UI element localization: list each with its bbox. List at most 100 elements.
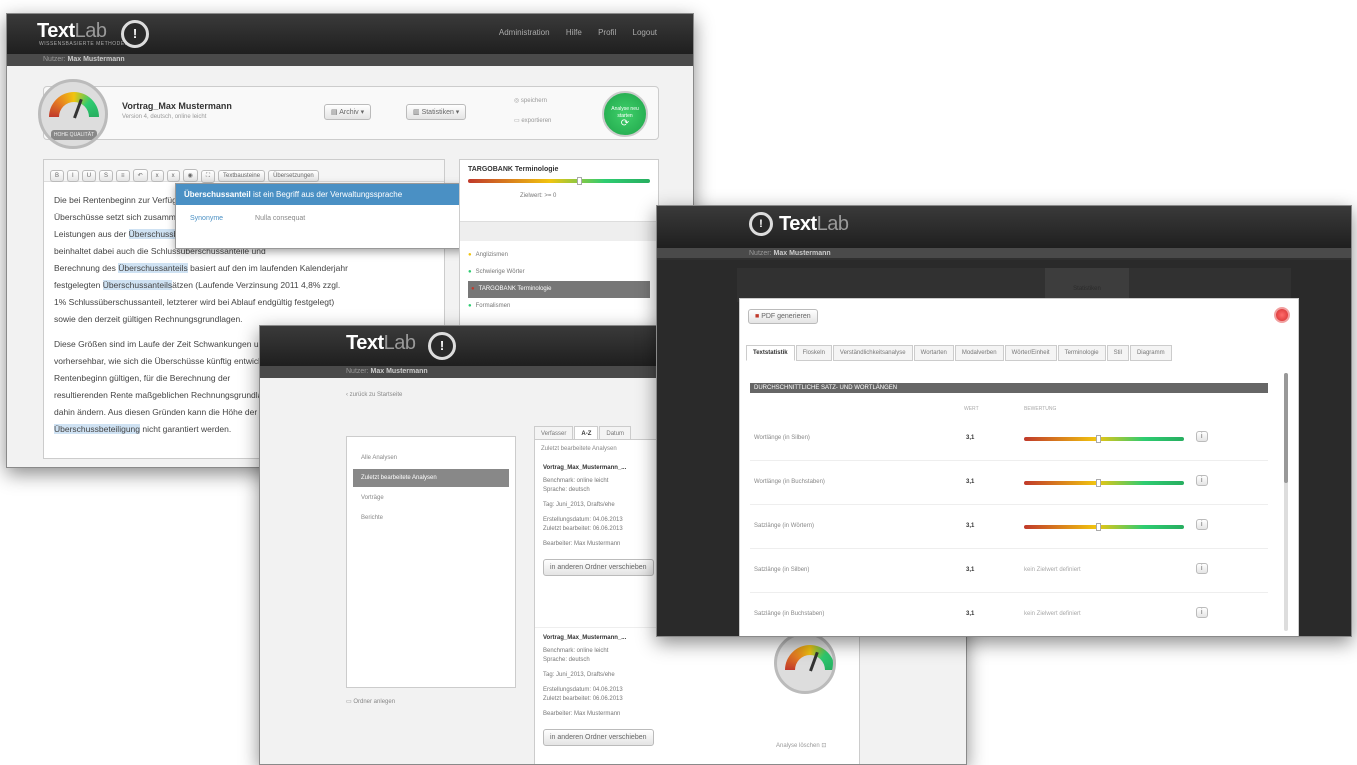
export-option[interactable]: ▭ exportieren	[514, 117, 551, 124]
status-dot-icon: ●	[468, 269, 472, 275]
editor-toolbar: B I U S ≡ ↶ x x ◉ ⛶ Textbausteine Übersetzungen	[44, 160, 444, 183]
statistics-window: ! TextLab Nutzer: Max Mustermann Statist…	[656, 205, 1352, 637]
col-score: BEWERTUNG	[1024, 406, 1057, 412]
save-option[interactable]: ◎ speichern	[514, 97, 547, 104]
statistics-button[interactable]: ▥ Statistiken ▾	[406, 104, 467, 120]
status-dot-icon: ●	[468, 303, 472, 309]
stats-tabs: Textstatistik Floskeln Verständlichkeitsan…	[746, 341, 1173, 361]
toolbar-button[interactable]: Übersetzungen	[268, 170, 319, 182]
stats-tab[interactable]: Modalverben	[954, 345, 1004, 361]
stats-tab[interactable]: Stil	[1106, 345, 1129, 361]
folder-item[interactable]: Alle Analysen	[353, 449, 509, 467]
pdf-icon: ■	[755, 313, 760, 320]
folder-item[interactable]: Berichte	[353, 509, 509, 527]
score-bar	[1024, 523, 1184, 531]
synonym-item[interactable]: Nulla consequat	[255, 215, 305, 222]
logo-badge-icon: !	[749, 212, 773, 236]
info-button[interactable]: i	[1196, 475, 1208, 486]
archive-button[interactable]: ▤ Archiv ▾	[324, 104, 372, 120]
app-logo: TextLab	[37, 20, 107, 42]
scrollbar[interactable]	[1284, 373, 1288, 631]
stats-tab[interactable]: Textstatistik	[746, 345, 795, 361]
status-dot-icon: ●	[471, 286, 475, 292]
info-button[interactable]: i	[1196, 519, 1208, 530]
stats-tab[interactable]: Diagramm	[1129, 345, 1172, 361]
info-button[interactable]: i	[1196, 431, 1208, 442]
main-nav: Administration Hilfe Profil Logout	[485, 28, 657, 37]
stat-note: kein Zielwert definiert	[1024, 567, 1081, 573]
logo-badge-icon: !	[428, 332, 456, 360]
toolbar-button[interactable]: B	[50, 170, 65, 182]
popup-term: Überschussanteil	[184, 190, 251, 199]
stats-tab[interactable]: Verständlichkeitsanalyse	[832, 345, 913, 361]
status-dot-icon: ●	[468, 252, 472, 258]
stats-tab[interactable]: Terminologie	[1057, 345, 1106, 361]
nav-logout[interactable]: Logout	[633, 28, 657, 37]
item-editor: Bearbeiter: Max Mustermann	[543, 711, 621, 717]
delete-analysis-link[interactable]: Analyse löschen ⊡	[776, 742, 826, 749]
stats-tab[interactable]: Wörter/Einheit	[1004, 345, 1057, 361]
stat-value: 3,1	[966, 479, 975, 485]
terminology-item[interactable]: ● Schwierige Wörter	[468, 264, 650, 281]
info-button[interactable]: i	[1196, 563, 1208, 574]
nav-admin[interactable]: Administration	[499, 28, 550, 37]
stat-label: Satzlänge (in Buchstaben)	[754, 611, 825, 617]
terminology-title: TARGOBANK Terminologie	[468, 166, 559, 173]
stat-row: Satzlänge (in Wörtern) 3,1 i	[750, 505, 1268, 549]
new-folder-button[interactable]: ▭ Ordner anlegen	[346, 698, 395, 705]
stat-label: Satzlänge (in Silben)	[754, 567, 810, 573]
stats-tab[interactable]: Wortarten	[913, 345, 954, 361]
toolbar-button[interactable]: I	[67, 170, 79, 182]
stat-row: Wortlänge (in Silben) 3,1 i	[750, 417, 1268, 461]
info-button[interactable]: i	[1196, 607, 1208, 618]
text-line: festgelegten Überschussanteilsätzen (Lau…	[54, 280, 341, 290]
chart-icon: ▥	[413, 109, 422, 116]
analyze-button[interactable]: Analyse neu starten ⟳	[602, 91, 648, 137]
folder-item[interactable]: Zuletzt bearbeitete Analysen	[353, 469, 509, 487]
toolbar-button[interactable]: U	[81, 170, 97, 182]
refresh-icon: ⟳	[620, 118, 630, 129]
quality-gauge	[774, 632, 836, 694]
stat-row: Satzlänge (in Silben) 3,1 kein Zielwert de…	[750, 549, 1268, 593]
score-bar	[1024, 479, 1184, 487]
app-logo: TextLab	[346, 332, 416, 354]
toolbar-button[interactable]: ◉	[182, 169, 198, 182]
back-link[interactable]: ‹ zurück zu Startseite	[346, 392, 402, 398]
folder-item[interactable]: Vorträge	[353, 489, 509, 507]
score-marker	[1096, 479, 1101, 487]
toolbar-button[interactable]: x	[150, 170, 164, 182]
terminology-item[interactable]: ● Anglizismen	[468, 247, 650, 264]
toolbar-button[interactable]: ≡	[116, 170, 130, 182]
doc-meta: Version 4, deutsch, online leicht	[122, 114, 207, 120]
toolbar-button[interactable]: ⛶	[200, 170, 216, 183]
score-bar	[1024, 435, 1184, 443]
stat-value: 3,1	[966, 435, 975, 441]
item-edited: Zuletzt bearbeitet: 06.06.2013	[543, 696, 623, 702]
stat-row: Wortlänge (in Buchstaben) 3,1 i	[750, 461, 1268, 505]
toolbar-button[interactable]: Textbausteine	[218, 170, 266, 182]
move-folder-button[interactable]: in anderen Ordner verschieben	[543, 559, 654, 576]
nav-profile[interactable]: Profil	[598, 28, 616, 37]
text-line: Berechnung des Überschussanteils basiert…	[54, 263, 348, 273]
doc-header: HOHE QUALITÄT Vortrag_Max Mustermann Ver…	[38, 79, 659, 149]
stats-tab[interactable]: Floskeln	[795, 345, 832, 361]
toolbar-button[interactable]: x	[166, 170, 180, 182]
synonyms-tab[interactable]: Synonyme	[190, 215, 223, 222]
section-header: DURCHSCHNITTLICHE SATZ- UND WORTLÄNGEN	[750, 383, 1268, 393]
nav-help[interactable]: Hilfe	[566, 28, 582, 37]
quality-gauge: HOHE QUALITÄT	[38, 79, 108, 149]
logo-badge-icon: !	[121, 20, 149, 48]
term-popup: Überschussanteil ist ein Begriff aus der…	[175, 183, 503, 249]
stat-label: Satzlänge (in Wörtern)	[754, 523, 815, 529]
terminology-item[interactable]: ● Formalismen	[468, 298, 650, 315]
stat-label: Wortlänge (in Buchstaben)	[754, 479, 825, 485]
move-folder-button[interactable]: in anderen Ordner verschieben	[543, 729, 654, 746]
toolbar-button[interactable]: S	[99, 170, 114, 182]
terminology-item[interactable]: ● TARGOBANK Terminologie	[468, 281, 650, 298]
app-logo: TextLab	[779, 213, 849, 235]
toolbar-button[interactable]: ↶	[132, 169, 148, 182]
pdf-button[interactable]: ■ PDF generieren	[748, 309, 818, 324]
terminology-target: Zielwert: >= 0	[520, 193, 557, 199]
close-icon[interactable]	[1274, 307, 1290, 323]
app-subtitle: WISSENSBASIERTE METHODEN	[39, 41, 129, 47]
